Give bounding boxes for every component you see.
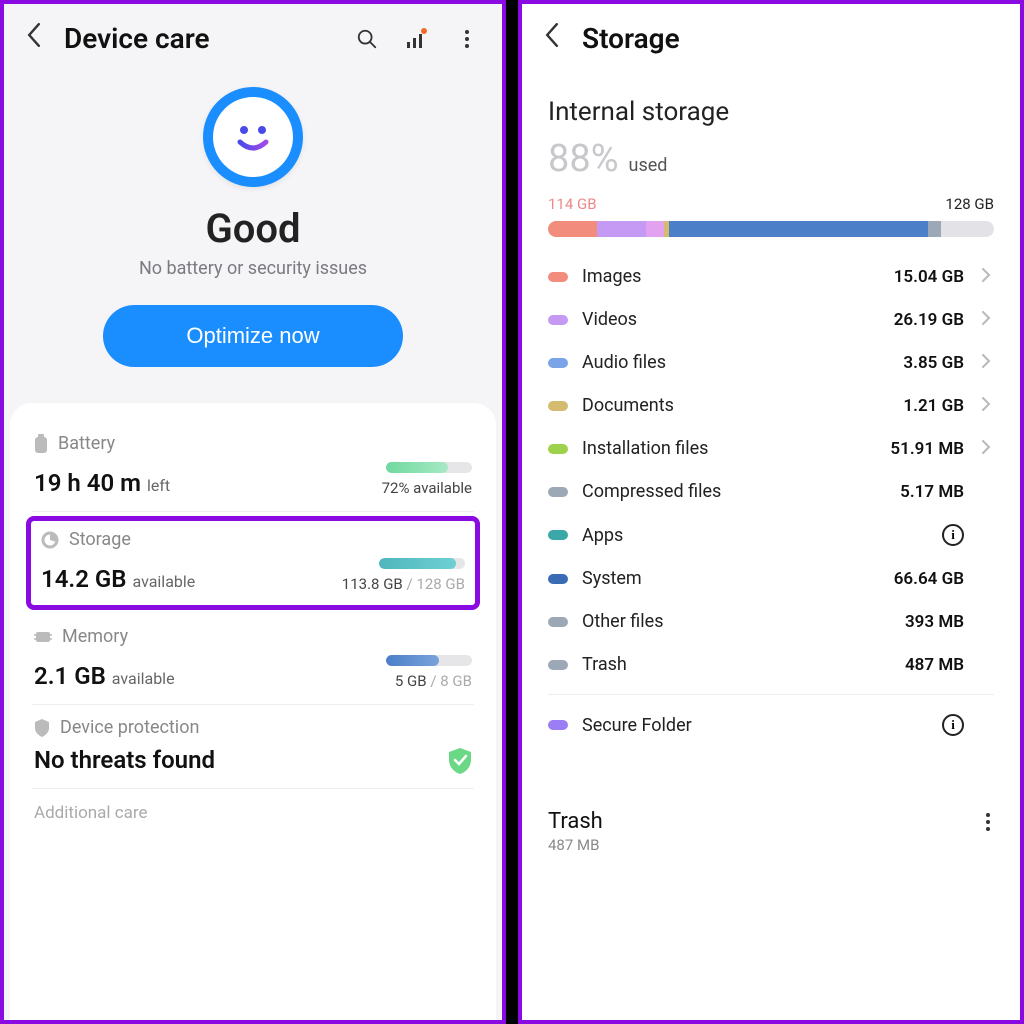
category-color [548, 401, 568, 411]
info-icon[interactable]: i [942, 714, 964, 736]
protection-label: Device protection [60, 717, 199, 738]
category-label: Apps [582, 525, 928, 546]
protection-row[interactable]: Device protection No threats found [32, 705, 474, 789]
back-button[interactable] [544, 23, 564, 54]
chevron-right-icon [978, 310, 994, 330]
chevron-right-icon [978, 439, 994, 459]
category-row[interactable]: Audio files 3.85 GB [548, 341, 994, 384]
category-label: Audio files [582, 352, 889, 373]
storage-bar [379, 558, 465, 569]
storage-used-total: 113.8 GB / 128 GB [342, 575, 465, 593]
chevron-right-icon [978, 396, 994, 416]
battery-icon [34, 434, 48, 454]
category-row[interactable]: Installation files 51.91 MB [548, 427, 994, 470]
category-row[interactable]: Images 15.04 GB [548, 255, 994, 298]
category-color [548, 487, 568, 497]
search-icon[interactable] [354, 26, 380, 52]
storage-range: 114 GB 128 GB [522, 185, 1020, 215]
shield-ok-icon [448, 748, 472, 774]
status-subtext: No battery or security issues [139, 258, 367, 279]
more-icon[interactable] [982, 809, 994, 835]
optimize-button[interactable]: Optimize now [103, 305, 403, 367]
header: Storage [522, 4, 1020, 69]
category-color [548, 660, 568, 670]
category-label: Videos [582, 309, 880, 330]
category-size: 1.21 GB [903, 396, 964, 416]
more-icon[interactable] [454, 26, 480, 52]
category-label: Other files [582, 611, 891, 632]
page-title: Device care [64, 22, 336, 55]
category-color [548, 720, 568, 730]
category-row[interactable]: Videos 26.19 GB [548, 298, 994, 341]
category-row[interactable]: Compressed files 5.17 MB [548, 470, 994, 513]
storage-highlight: Storage 14.2 GB available 113.8 GB / 128… [26, 516, 480, 610]
battery-label: Battery [58, 433, 115, 454]
category-color [548, 530, 568, 540]
shield-icon [34, 719, 50, 737]
category-row[interactable]: Appsi [548, 513, 994, 557]
header: Device care [4, 4, 502, 69]
status-area: Good No battery or security issues Optim… [4, 69, 502, 397]
category-size: 393 MB [905, 612, 964, 632]
category-label: Installation files [582, 438, 876, 459]
category-color [548, 574, 568, 584]
page-title: Storage [582, 22, 998, 55]
category-label: Compressed files [582, 481, 886, 502]
storage-row[interactable]: Storage [41, 529, 465, 550]
pie-icon [41, 531, 59, 549]
chip-icon [34, 630, 52, 644]
battery-available: 72% available [382, 479, 472, 497]
status-headline: Good [205, 205, 300, 252]
device-care-screen: Device care [0, 0, 506, 1024]
storage-breakdown-bar [548, 221, 994, 237]
category-row[interactable]: System 66.64 GB [548, 557, 994, 600]
secure-folder-row[interactable]: Secure Folder i [548, 703, 994, 747]
memory-used-total: 5 GB / 8 GB [395, 672, 472, 690]
category-color [548, 444, 568, 454]
category-label: Documents [582, 395, 889, 416]
memory-row[interactable]: Memory 2.1 GB available 5 GB / 8 GB [32, 614, 474, 705]
smiley-icon [203, 87, 303, 187]
category-color [548, 272, 568, 282]
battery-bar [386, 462, 472, 473]
chevron-right-icon [978, 267, 994, 287]
category-size: 26.19 GB [894, 310, 964, 330]
category-size: 3.85 GB [903, 353, 964, 373]
metrics-card: Battery 19 h 40 m left 72% available Sto… [10, 403, 496, 1020]
category-label: Images [582, 266, 880, 287]
category-size: 5.17 MB [900, 482, 964, 502]
back-button[interactable] [26, 23, 46, 54]
category-size: 487 MB [905, 655, 964, 675]
category-size: 51.91 MB [890, 439, 964, 459]
storage-label: Storage [69, 529, 131, 550]
category-label: System [582, 568, 880, 589]
category-row[interactable]: Trash 487 MB [548, 643, 994, 686]
category-color [548, 617, 568, 627]
category-list: Images 15.04 GB Videos 26.19 GB Audio files 3… [522, 255, 1020, 686]
battery-row[interactable]: Battery 19 h 40 m left 72% available [32, 421, 474, 512]
internal-storage-title: Internal storage [522, 69, 1020, 129]
signal-dot-icon[interactable] [404, 26, 430, 52]
category-size: 66.64 GB [894, 569, 964, 589]
category-row[interactable]: Documents 1.21 GB [548, 384, 994, 427]
info-icon[interactable]: i [942, 524, 964, 546]
category-label: Trash [582, 654, 891, 675]
storage-screen: Storage Internal storage 88% used 114 GB… [518, 0, 1024, 1024]
memory-label: Memory [62, 626, 128, 647]
additional-care[interactable]: Additional care [32, 789, 474, 823]
chevron-right-icon [978, 353, 994, 373]
trash-section[interactable]: Trash 487 MB [522, 789, 1020, 854]
used-percent: 88% used [522, 129, 1020, 185]
category-size: 15.04 GB [894, 267, 964, 287]
category-color [548, 315, 568, 325]
category-color [548, 358, 568, 368]
memory-bar [386, 655, 472, 666]
category-row[interactable]: Other files 393 MB [548, 600, 994, 643]
